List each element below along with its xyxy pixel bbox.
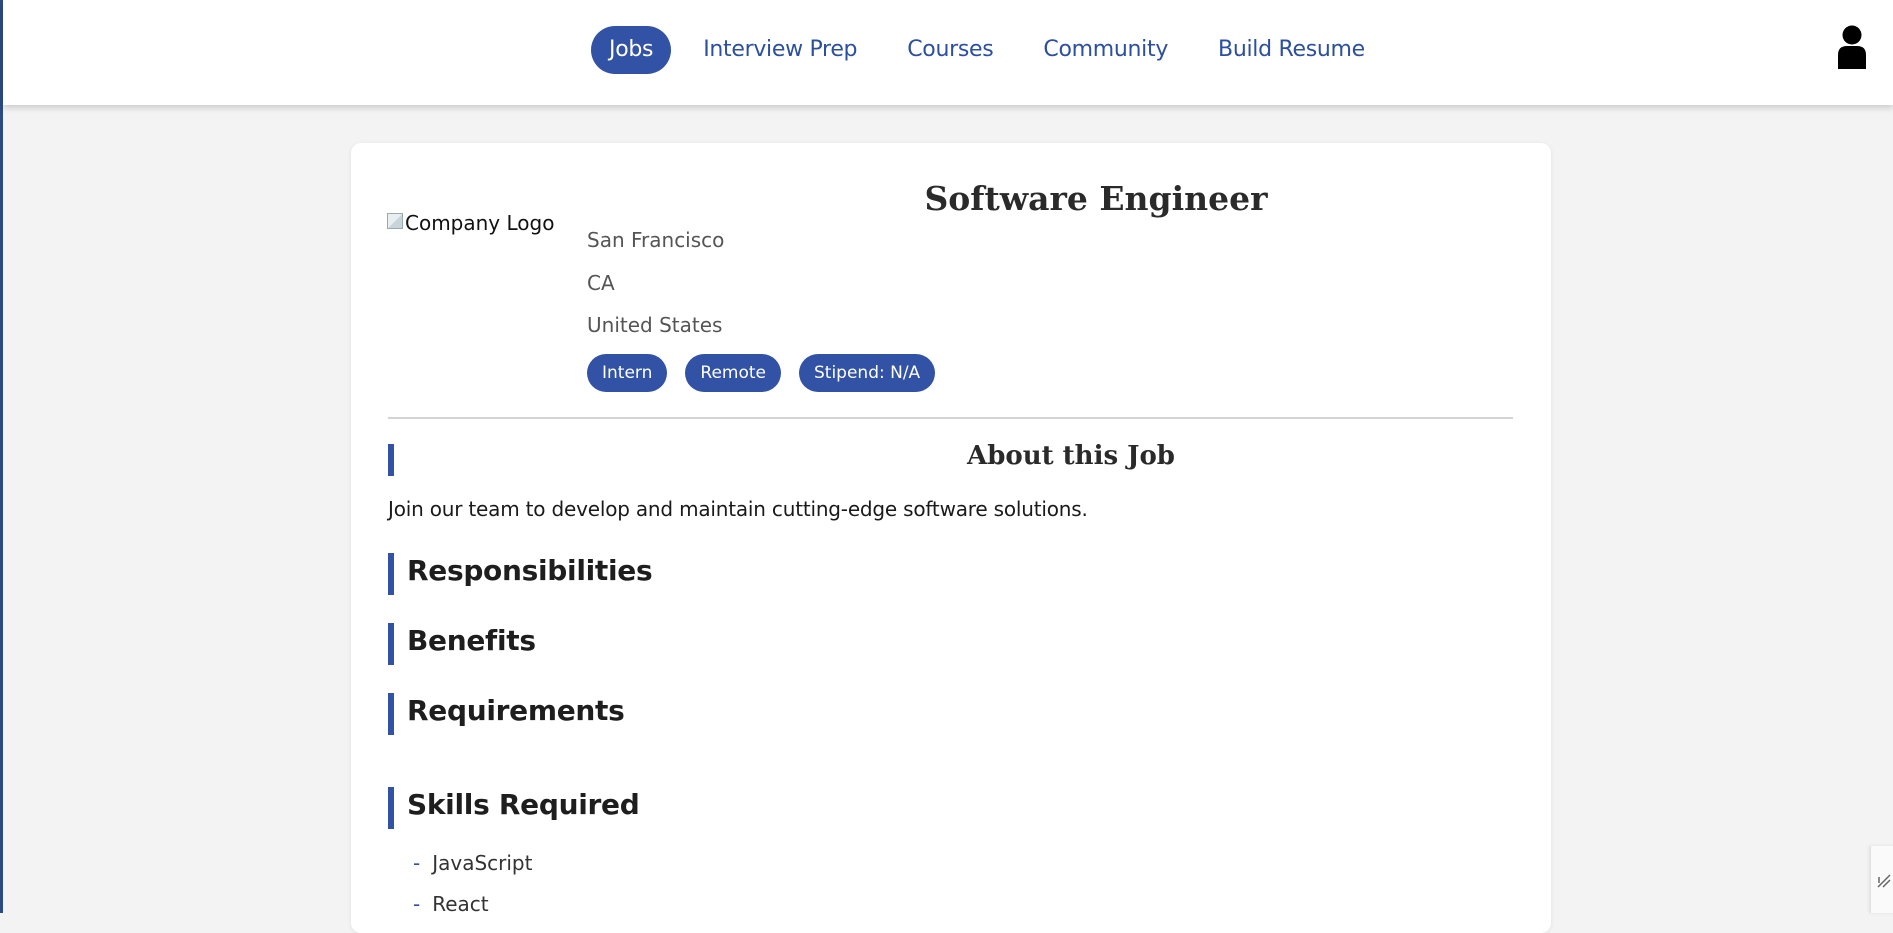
company-logo-alt-text: Company Logo bbox=[405, 211, 555, 235]
skills-heading: Skills Required bbox=[407, 788, 640, 821]
nav-interview-prep[interactable]: Interview Prep bbox=[685, 26, 875, 74]
responsibilities-heading: Responsibilities bbox=[407, 554, 653, 587]
nav-build-resume[interactable]: Build Resume bbox=[1200, 26, 1383, 74]
top-navbar: Jobs Interview Prep Courses Community Bu… bbox=[3, 0, 1893, 105]
badge-type: Intern bbox=[587, 354, 668, 392]
skill-item: - React bbox=[413, 892, 489, 916]
job-title: Software Engineer bbox=[924, 179, 1268, 218]
section-accent-bar bbox=[388, 787, 394, 829]
skill-item: - JavaScript bbox=[413, 851, 533, 875]
requirements-heading: Requirements bbox=[407, 694, 625, 727]
nav-jobs[interactable]: Jobs bbox=[591, 26, 672, 74]
job-description: Join our team to develop and maintain cu… bbox=[388, 497, 1088, 521]
divider bbox=[388, 417, 1513, 419]
benefits-heading: Benefits bbox=[407, 624, 536, 657]
job-state: CA bbox=[587, 271, 615, 295]
job-detail-card: Software Engineer Company Logo San Franc… bbox=[351, 143, 1551, 933]
section-accent-bar bbox=[388, 623, 394, 665]
broken-image-icon bbox=[387, 213, 403, 229]
company-logo: Company Logo bbox=[387, 211, 554, 235]
job-city: San Francisco bbox=[587, 228, 725, 252]
user-icon[interactable] bbox=[1837, 25, 1867, 69]
section-accent-bar bbox=[388, 693, 394, 735]
badge-mode: Remote bbox=[685, 354, 781, 392]
main-nav: Jobs Interview Prep Courses Community Bu… bbox=[591, 26, 1397, 74]
resize-handle-icon[interactable] bbox=[1870, 846, 1893, 913]
nav-community[interactable]: Community bbox=[1025, 26, 1186, 74]
badge-stipend: Stipend: N/A bbox=[798, 354, 936, 392]
job-badges: Intern Remote Stipend: N/A bbox=[587, 354, 953, 392]
nav-courses[interactable]: Courses bbox=[889, 26, 1011, 74]
section-accent-bar bbox=[388, 444, 394, 476]
about-heading: About this Job bbox=[967, 441, 1175, 471]
job-country: United States bbox=[587, 313, 723, 337]
section-accent-bar bbox=[388, 553, 394, 595]
